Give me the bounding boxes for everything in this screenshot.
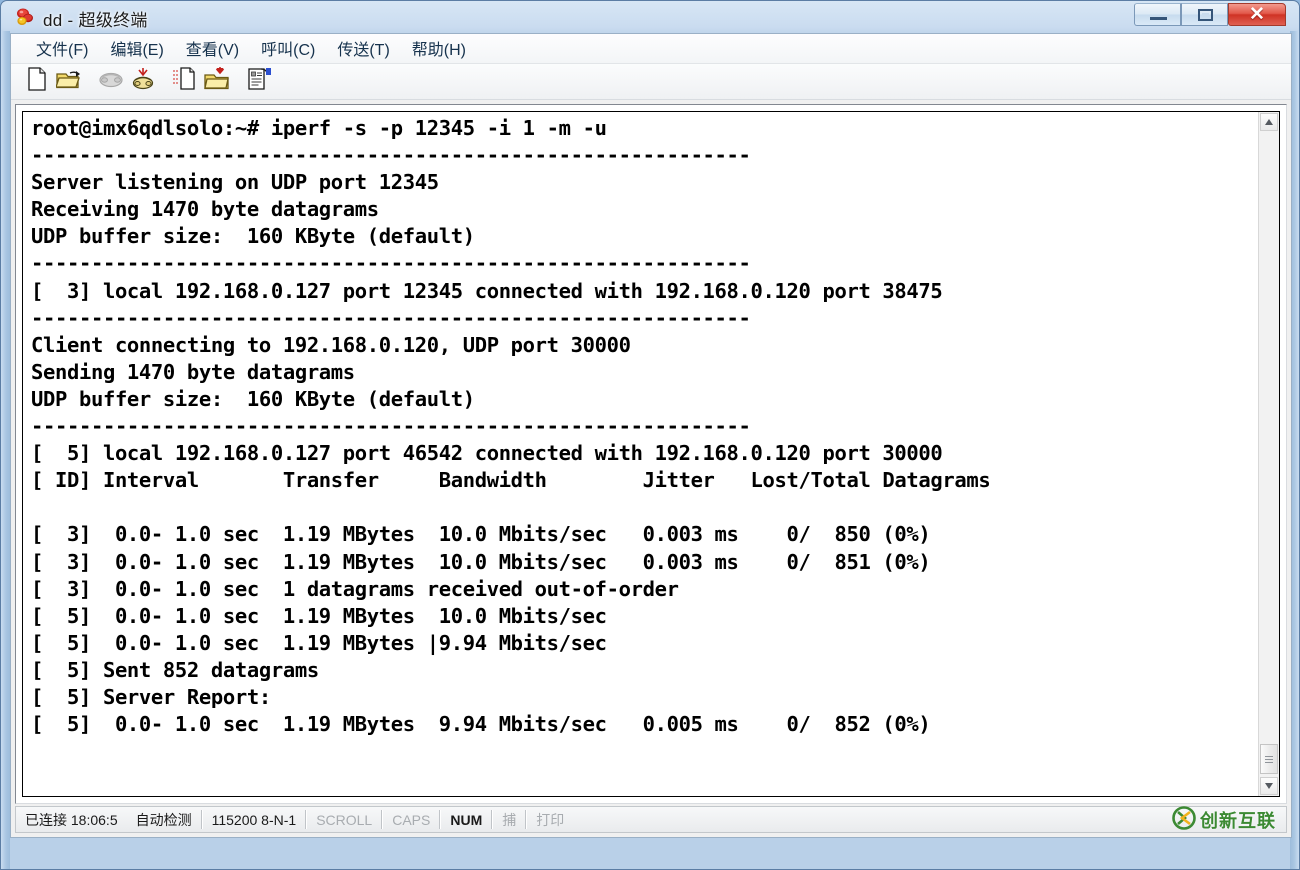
toolbar-separator-2 bbox=[159, 67, 169, 97]
toolbar-separator-3 bbox=[233, 67, 243, 97]
properties-button[interactable] bbox=[243, 67, 275, 97]
menu-item-transfer[interactable]: 传送(T) bbox=[326, 33, 400, 64]
scroll-up-arrow-icon[interactable] bbox=[1260, 113, 1278, 131]
close-button[interactable]: ✕ bbox=[1228, 3, 1286, 26]
application-window: dd - 超级终端 ✕ 文件(F) 编辑(E) 查看(V) 呼叫(C) 传送(T… bbox=[0, 0, 1300, 870]
receive-file-icon bbox=[204, 67, 230, 96]
menu-item-file[interactable]: 文件(F) bbox=[25, 33, 99, 64]
maximize-icon bbox=[1198, 9, 1213, 21]
terminal-output: root@imx6qdlsolo:~# iperf -s -p 12345 -i… bbox=[31, 116, 991, 737]
close-icon: ✕ bbox=[1249, 4, 1265, 25]
thumb-grip-line bbox=[1265, 762, 1273, 763]
open-button[interactable] bbox=[53, 67, 85, 97]
status-scroll: SCROLL bbox=[316, 811, 373, 828]
watermark-text: 创新互联 bbox=[1200, 810, 1276, 831]
status-port-settings: 115200 8-N-1 bbox=[211, 811, 297, 828]
terminal-panel: root@imx6qdlsolo:~# iperf -s -p 12345 -i… bbox=[15, 104, 1287, 804]
scroll-down-arrow-icon[interactable] bbox=[1260, 777, 1278, 795]
menu-item-edit[interactable]: 编辑(E) bbox=[99, 33, 174, 64]
cx-logo-icon bbox=[1172, 806, 1196, 833]
status-num: NUM bbox=[450, 811, 483, 828]
status-capture: 捕 bbox=[502, 811, 517, 828]
new-connection-button[interactable] bbox=[21, 67, 53, 97]
status-detect: 自动检测 bbox=[135, 811, 192, 828]
triangle-down-icon bbox=[1265, 783, 1273, 789]
thumb-grip-line bbox=[1265, 759, 1273, 760]
send-file-icon bbox=[172, 67, 198, 96]
window-left-border bbox=[1, 31, 10, 869]
open-folder-icon bbox=[55, 67, 82, 96]
call-icon bbox=[98, 68, 124, 95]
receive-file-button[interactable] bbox=[201, 67, 233, 97]
client-area: 文件(F) 编辑(E) 查看(V) 呼叫(C) 传送(T) 帮助(H) root… bbox=[10, 33, 1292, 838]
maximize-button[interactable] bbox=[1181, 3, 1228, 26]
toolbar-pad bbox=[11, 67, 21, 97]
disconnect-button[interactable] bbox=[127, 67, 159, 97]
watermark: 创新互联 bbox=[1172, 806, 1276, 833]
window-title: dd - 超级终端 bbox=[43, 11, 148, 30]
menu-item-call[interactable]: 呼叫(C) bbox=[250, 33, 326, 64]
minimize-button[interactable] bbox=[1134, 3, 1181, 26]
menu-item-view[interactable]: 查看(V) bbox=[175, 33, 250, 64]
send-file-button[interactable] bbox=[169, 67, 201, 97]
menu-bar: 文件(F) 编辑(E) 查看(V) 呼叫(C) 传送(T) 帮助(H) bbox=[11, 34, 1291, 64]
title-bar[interactable]: dd - 超级终端 ✕ bbox=[1, 1, 1300, 33]
scrollbar-thumb[interactable] bbox=[1260, 744, 1278, 774]
disconnect-icon bbox=[130, 67, 156, 96]
status-print: 打印 bbox=[536, 811, 565, 828]
properties-icon bbox=[246, 67, 272, 96]
minimize-icon bbox=[1150, 17, 1167, 20]
new-connection-icon bbox=[26, 67, 48, 96]
terminal-screen[interactable]: root@imx6qdlsolo:~# iperf -s -p 12345 -i… bbox=[22, 111, 1280, 797]
thumb-grip-line bbox=[1265, 756, 1273, 757]
call-button[interactable] bbox=[95, 67, 127, 97]
hyperterminal-icon bbox=[15, 7, 35, 27]
terminal-scrollbar[interactable] bbox=[1258, 112, 1279, 796]
status-caps: CAPS bbox=[392, 811, 431, 828]
status-connected: 已连接 18:06:5 bbox=[25, 811, 118, 828]
triangle-up-icon bbox=[1265, 119, 1273, 125]
status-bar: 已连接 18:06:5 自动检测 115200 8-N-1 SCROLL CAP… bbox=[15, 806, 1287, 833]
menu-item-help[interactable]: 帮助(H) bbox=[401, 33, 477, 64]
toolbar bbox=[11, 64, 1291, 100]
toolbar-separator-1 bbox=[85, 67, 95, 97]
